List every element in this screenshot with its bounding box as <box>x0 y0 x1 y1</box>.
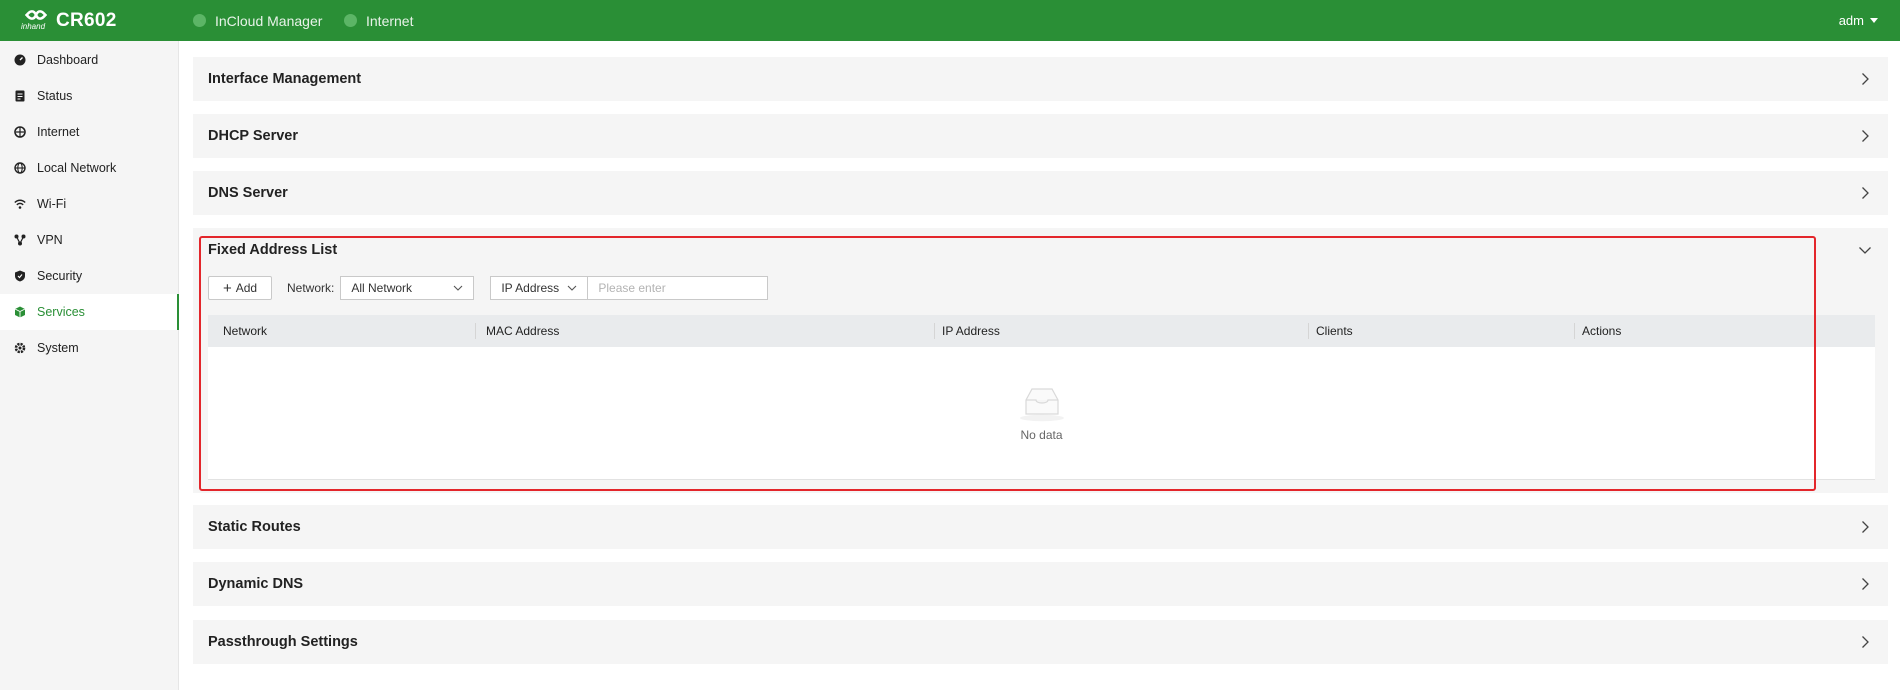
logo[interactable]: inhand CR602 <box>20 5 117 36</box>
chevron-right-icon <box>1862 521 1869 533</box>
sidebar-item-dashboard[interactable]: Dashboard <box>0 42 178 78</box>
column-header-clients[interactable]: Clients <box>1316 315 1353 347</box>
internet-status-link[interactable]: Internet <box>344 0 413 41</box>
panel-title: DNS Server <box>208 185 288 201</box>
globe-icon <box>14 162 26 174</box>
network-filter-label: Network: <box>287 281 335 295</box>
panel-fixed-address-list: Fixed Address List + Add Network: All Ne… <box>193 228 1888 493</box>
panel-static-routes[interactable]: Static Routes <box>193 505 1888 549</box>
table-header: Network MAC Address IP Address Clients A… <box>208 315 1875 347</box>
panel-header: Static Routes <box>193 505 1888 549</box>
panel-dns-server[interactable]: DNS Server <box>193 171 1888 215</box>
sidebar-item-system[interactable]: System <box>0 330 178 366</box>
search-placeholder: Please enter <box>598 281 666 295</box>
panel-interface-management[interactable]: Interface Management <box>193 57 1888 101</box>
sidebar-item-label: Status <box>37 89 73 103</box>
column-header-actions: Actions <box>1582 324 1622 338</box>
chevron-right-icon <box>1862 636 1869 648</box>
empty-state: No data <box>208 347 1875 479</box>
panel-title: Static Routes <box>208 519 301 535</box>
search-field-select[interactable]: IP Address <box>490 276 589 300</box>
column-divider <box>1574 323 1575 339</box>
internet-icon <box>14 126 26 138</box>
panel-dhcp-server[interactable]: DHCP Server <box>193 114 1888 158</box>
wifi-icon <box>14 198 26 210</box>
product-name: CR602 <box>56 9 117 31</box>
network-select-value: All Network <box>351 281 413 295</box>
add-button[interactable]: + Add <box>208 276 272 300</box>
caret-down-icon <box>1870 18 1878 23</box>
chevron-down-icon <box>1859 247 1871 254</box>
cloud-icon <box>193 14 206 27</box>
sidebar-item-internet[interactable]: Internet <box>0 114 178 150</box>
user-menu[interactable]: adm <box>1839 0 1878 41</box>
panel-passthrough-settings[interactable]: Passthrough Settings <box>193 620 1888 664</box>
user-name: adm <box>1838 13 1864 28</box>
panel-header: DNS Server <box>193 171 1888 215</box>
sidebar: Dashboard Status Internet Local Network … <box>0 41 179 690</box>
search-field-value: IP Address <box>501 281 560 295</box>
sidebar-item-label: VPN <box>37 233 63 247</box>
cube-icon <box>14 306 26 318</box>
logo-sub: inhand <box>21 21 46 31</box>
empty-state-text: No data <box>1020 428 1063 442</box>
panel-title: Interface Management <box>208 71 362 87</box>
panel-header[interactable]: Fixed Address List <box>193 228 1888 272</box>
panel-dynamic-dns[interactable]: Dynamic DNS <box>193 562 1888 606</box>
plus-icon: + <box>222 279 232 297</box>
sidebar-item-label: Local Network <box>37 161 117 175</box>
incloud-manager-label: InCloud Manager <box>215 12 323 29</box>
sidebar-item-label: Internet <box>37 125 80 139</box>
dashboard-icon <box>14 54 26 66</box>
column-divider <box>1308 323 1309 339</box>
network-select[interactable]: All Network <box>340 276 475 300</box>
add-button-label: Add <box>235 281 258 295</box>
chevron-right-icon <box>1862 578 1869 590</box>
sidebar-item-status[interactable]: Status <box>0 78 178 114</box>
search-input[interactable]: Please enter <box>588 276 769 300</box>
column-header-ip-address[interactable]: IP Address <box>942 315 1000 347</box>
empty-inbox-icon <box>1019 388 1064 422</box>
panel-header: Dynamic DNS <box>193 562 1888 606</box>
chevron-right-icon <box>1862 187 1869 199</box>
shield-icon <box>14 270 26 282</box>
sidebar-item-label: System <box>37 341 79 355</box>
internet-status-label: Internet <box>366 12 414 29</box>
logo-mark-icon: inhand <box>20 7 52 35</box>
column-divider <box>475 323 476 339</box>
chevron-right-icon <box>1862 73 1869 85</box>
panel-title: Passthrough Settings <box>208 634 358 650</box>
column-header-mac-address[interactable]: MAC Address <box>486 315 559 347</box>
fixed-address-table: Network MAC Address IP Address Clients A… <box>208 315 1875 479</box>
panel-header: Passthrough Settings <box>193 620 1888 664</box>
panel-header: Interface Management <box>193 57 1888 101</box>
sidebar-item-label: Wi-Fi <box>37 197 67 211</box>
sidebar-item-security[interactable]: Security <box>0 258 178 294</box>
chevron-down-icon <box>567 285 577 291</box>
panel-header: DHCP Server <box>193 114 1888 158</box>
sidebar-item-services[interactable]: Services <box>0 294 179 330</box>
column-header-network[interactable]: Network <box>223 315 267 347</box>
incloud-manager-link[interactable]: InCloud Manager <box>193 0 322 41</box>
panel-title: Fixed Address List <box>208 242 338 258</box>
sidebar-item-label: Services <box>37 305 85 319</box>
sidebar-item-label: Security <box>37 269 83 283</box>
gear-icon <box>14 342 26 354</box>
chevron-down-icon <box>453 285 463 291</box>
panel-title: DHCP Server <box>208 128 299 144</box>
fixed-address-toolbar: + Add Network: All Network IP Address Pl… <box>208 276 769 300</box>
status-icon <box>14 90 26 102</box>
sidebar-item-local-network[interactable]: Local Network <box>0 150 178 186</box>
sidebar-item-wifi[interactable]: Wi-Fi <box>0 186 178 222</box>
vpn-icon <box>14 234 26 246</box>
table-bottom-border <box>208 479 1875 480</box>
panel-title: Dynamic DNS <box>208 576 304 592</box>
sidebar-item-vpn[interactable]: VPN <box>0 222 178 258</box>
column-divider <box>934 323 935 339</box>
chevron-right-icon <box>1862 130 1869 142</box>
top-bar: inhand CR602 InCloud Manager Internet ad… <box>0 0 1900 41</box>
sidebar-item-label: Dashboard <box>37 53 99 67</box>
internet-status-icon <box>344 14 357 27</box>
